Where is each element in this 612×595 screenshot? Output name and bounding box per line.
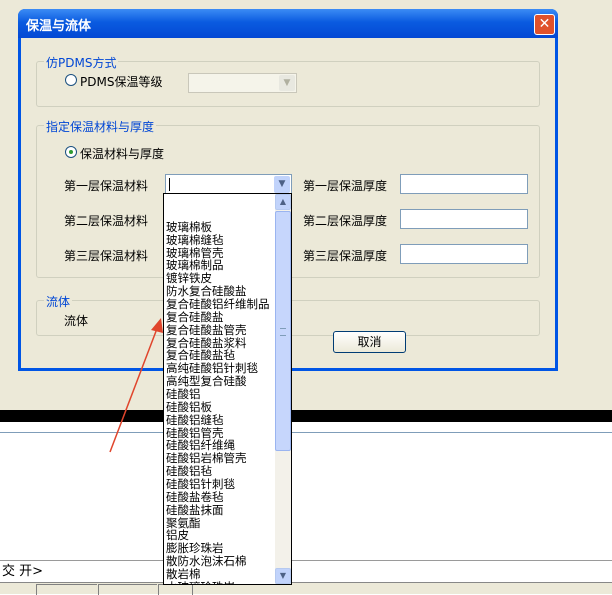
- annotation-arrow: [109, 318, 163, 453]
- annotation-arrow-head: [151, 318, 163, 333]
- annotation-arrow-line: [109, 325, 159, 453]
